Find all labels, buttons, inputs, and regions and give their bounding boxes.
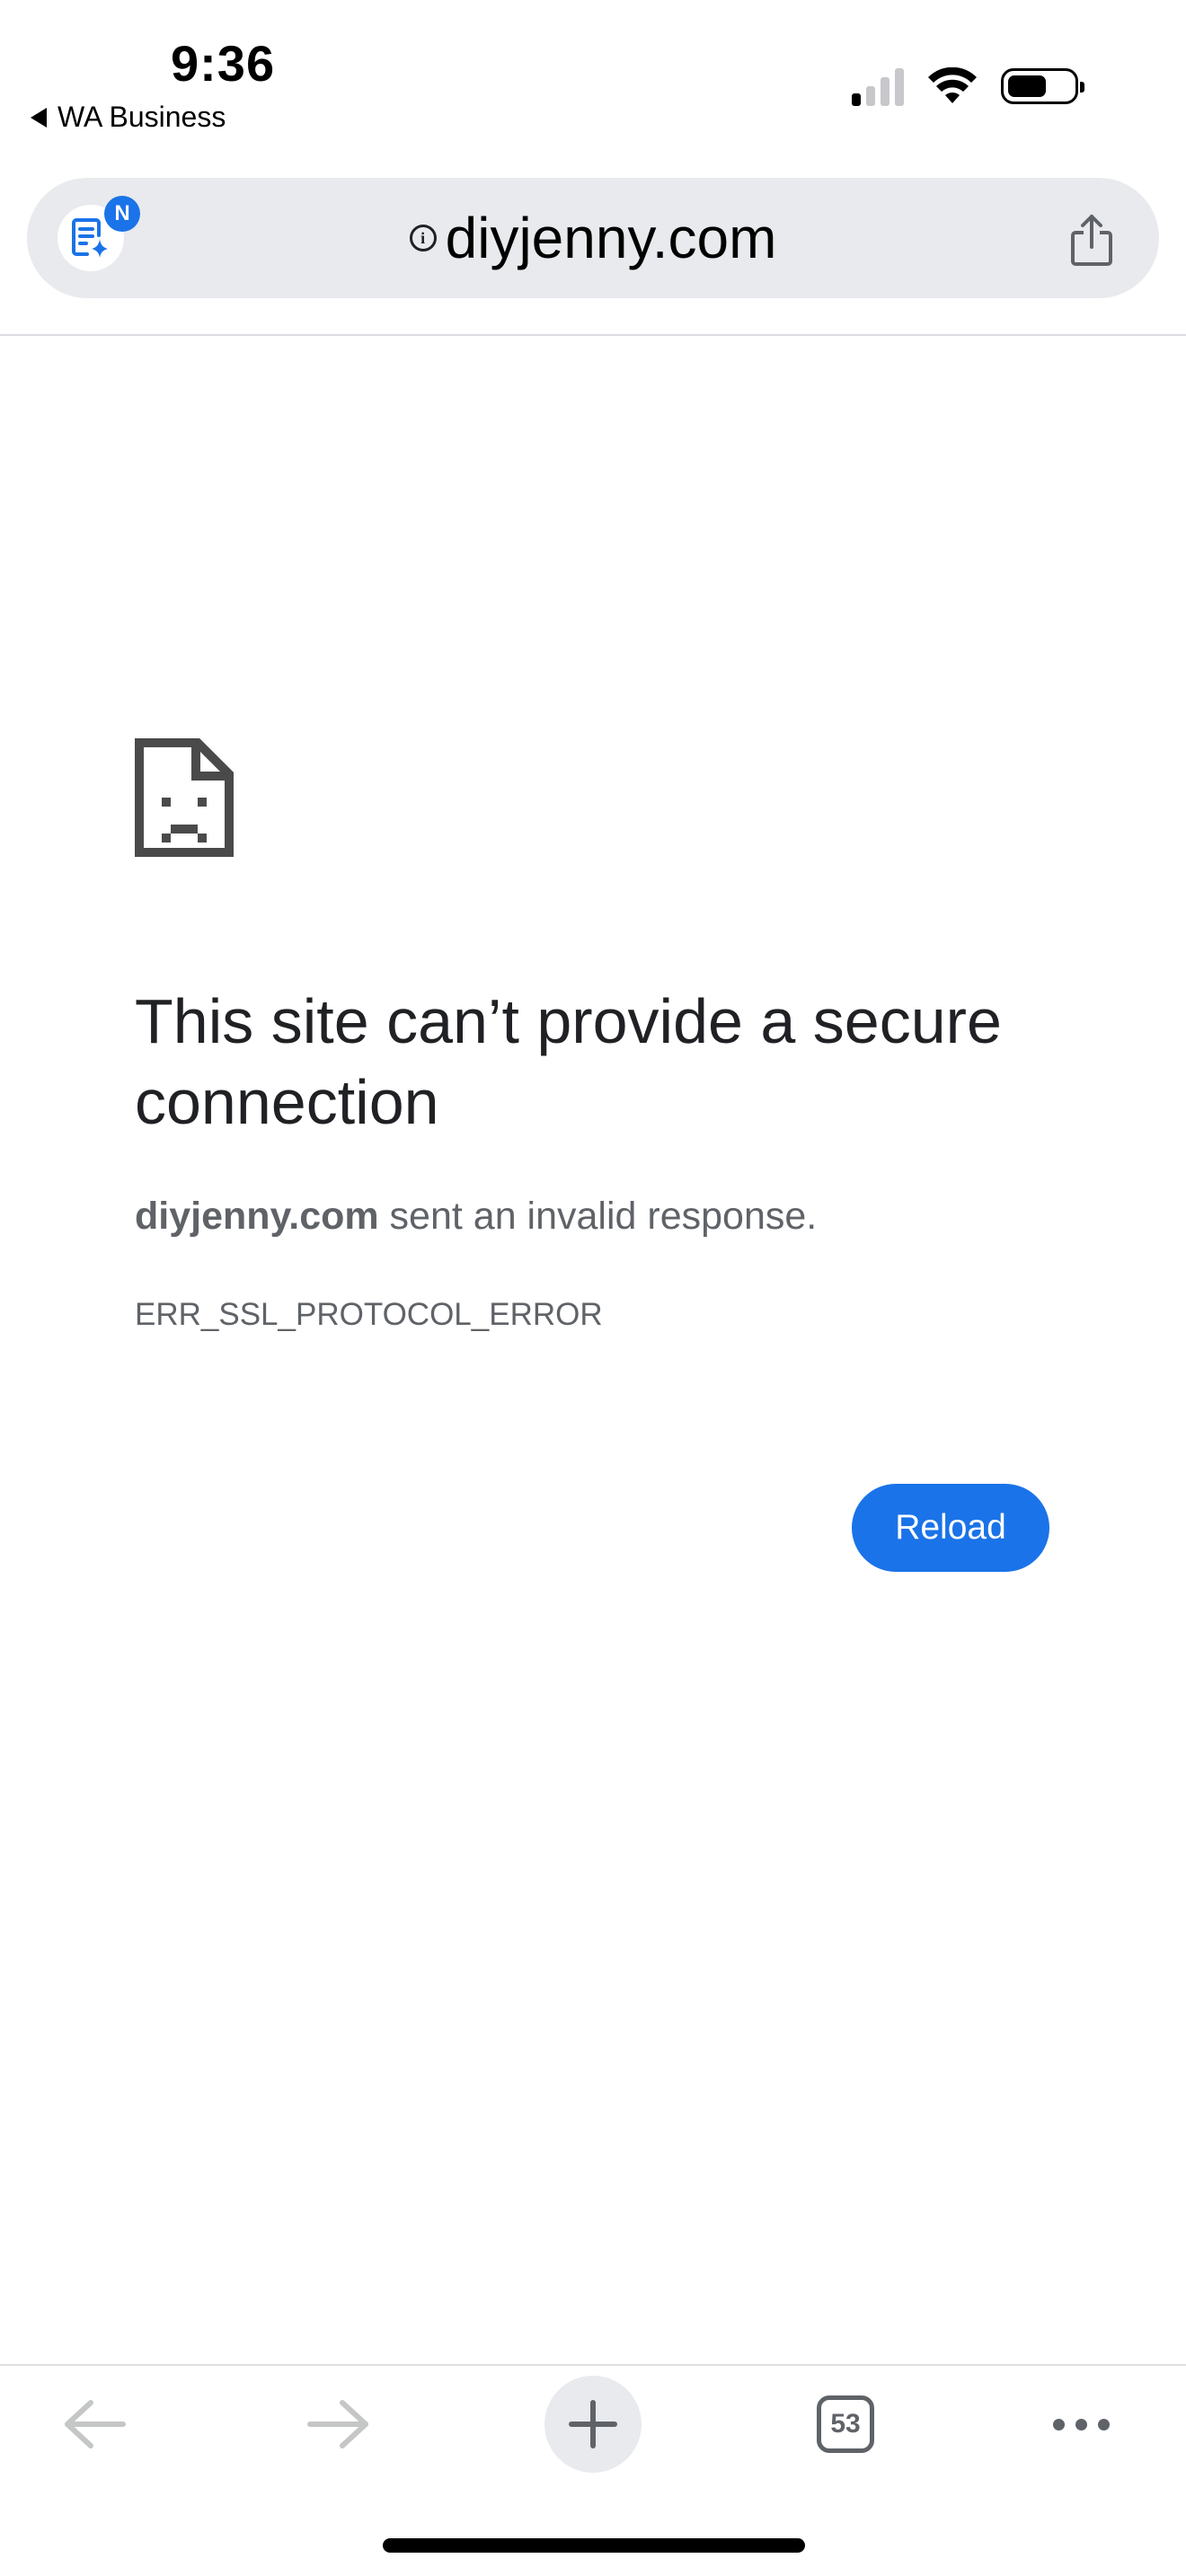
arrow-right-icon: [307, 2400, 368, 2448]
reload-button[interactable]: Reload: [852, 1484, 1049, 1572]
error-message: sent an invalid response.: [378, 1195, 818, 1238]
broken-page-icon: [135, 738, 234, 857]
more-menu-button[interactable]: [1031, 2375, 1130, 2474]
url-text: diyjenny.com: [445, 206, 777, 270]
document-sparkle-icon: [72, 218, 108, 258]
notification-badge: N: [104, 196, 140, 232]
cellular-signal-icon: [852, 66, 904, 106]
arrow-left-icon: [65, 2400, 126, 2448]
back-app-label: WA Business: [58, 101, 226, 133]
error-domain: diyjenny.com: [135, 1195, 379, 1238]
status-time: 9:36: [171, 35, 276, 92]
more-dots-icon: [1052, 2418, 1110, 2430]
tab-switcher-button[interactable]: 53: [796, 2375, 895, 2474]
error-title: This site can’t provide a secure connect…: [135, 986, 1002, 1137]
top-divider: [0, 334, 1186, 336]
forward-button[interactable]: [289, 2375, 388, 2474]
back-to-app-button[interactable]: WA Business: [31, 101, 226, 134]
share-icon: [1071, 215, 1112, 266]
bottom-toolbar: 53: [0, 2366, 1186, 2483]
back-arrow-icon: [31, 107, 47, 128]
back-button[interactable]: [45, 2375, 144, 2474]
site-info-icon[interactable]: i: [409, 225, 437, 251]
wifi-icon: [928, 67, 977, 103]
tab-count: 53: [817, 2395, 874, 2453]
status-icons: [852, 66, 1084, 106]
new-tab-button[interactable]: [544, 2375, 642, 2474]
share-button[interactable]: [1060, 208, 1123, 271]
url-field[interactable]: i diyjenny.com: [27, 178, 1159, 298]
error-description: diyjenny.com sent an invalid response.: [135, 1195, 817, 1239]
error-code: ERR_SSL_PROTOCOL_ERROR: [135, 1297, 603, 1332]
home-indicator[interactable]: [383, 2538, 805, 2553]
address-bar[interactable]: i diyjenny.com N: [27, 178, 1159, 298]
battery-icon: [1001, 68, 1084, 104]
plus-icon: [569, 2400, 617, 2448]
